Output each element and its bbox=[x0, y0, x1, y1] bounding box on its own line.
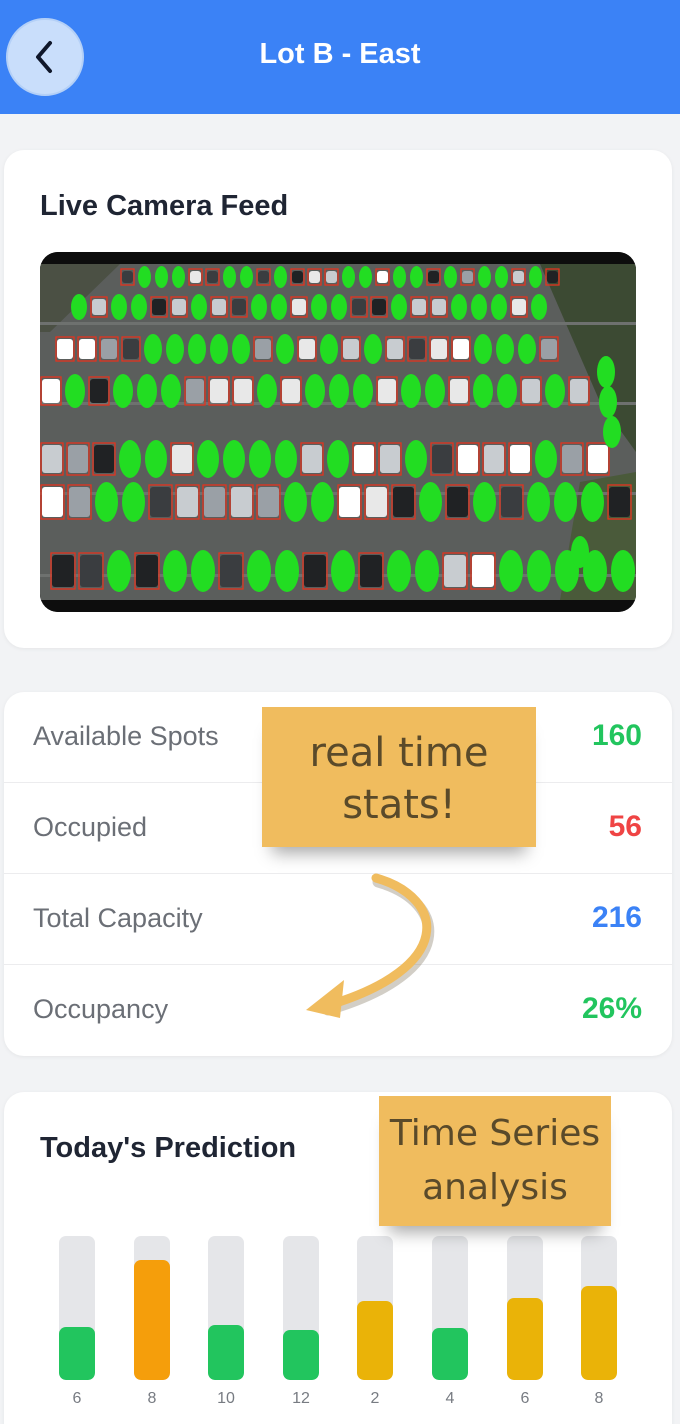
prediction-bar[interactable] bbox=[581, 1286, 617, 1380]
prediction-bar-label: 6 bbox=[72, 1390, 82, 1407]
camera-feed-title: Live Camera Feed bbox=[40, 190, 289, 222]
annotation-line: real time bbox=[309, 730, 489, 776]
prediction-bar-track bbox=[283, 1236, 319, 1380]
prediction-bar[interactable] bbox=[357, 1301, 393, 1380]
stat-value-occupancy: 26% bbox=[581, 992, 642, 1025]
prediction-bar-label: 8 bbox=[147, 1390, 157, 1407]
prediction-bar[interactable] bbox=[134, 1260, 170, 1380]
prediction-title: Today's Prediction bbox=[40, 1132, 297, 1164]
camera-feed-image[interactable] bbox=[40, 252, 636, 612]
prediction-bar-label: 12 bbox=[292, 1390, 310, 1407]
annotation-note-time-series: Time Series analysis bbox=[379, 1096, 611, 1226]
top-bar: Lot B - East bbox=[0, 0, 680, 114]
stat-value-occupied: 56 bbox=[608, 810, 642, 843]
prediction-bar-track bbox=[134, 1236, 170, 1380]
prediction-bar-track bbox=[59, 1236, 95, 1380]
prediction-bar[interactable] bbox=[208, 1325, 244, 1380]
annotation-note-stats: real time stats! bbox=[262, 707, 536, 847]
camera-feed-card: Live Camera Feed bbox=[4, 150, 672, 648]
annotation-arrow-icon bbox=[306, 873, 435, 1018]
prediction-bar-label: 8 bbox=[594, 1390, 604, 1407]
stat-value-available: 160 bbox=[591, 719, 642, 752]
annotation-line: Time Series bbox=[389, 1113, 601, 1154]
prediction-bar-track bbox=[432, 1236, 468, 1380]
stat-label-occupancy: Occupancy bbox=[33, 994, 169, 1024]
annotation-line: stats! bbox=[342, 782, 456, 828]
prediction-bar[interactable] bbox=[432, 1328, 468, 1380]
prediction-bar[interactable] bbox=[59, 1327, 95, 1380]
prediction-bar-label: 10 bbox=[217, 1390, 235, 1407]
stat-label-occupied: Occupied bbox=[33, 812, 148, 842]
prediction-bar-label: 6 bbox=[520, 1390, 530, 1407]
stat-label-capacity: Total Capacity bbox=[33, 903, 203, 933]
parking-lot-detection-view bbox=[40, 252, 636, 612]
prediction-bar-track bbox=[507, 1236, 543, 1380]
prediction-bar[interactable] bbox=[283, 1330, 319, 1380]
page-title: Lot B - East bbox=[259, 38, 421, 70]
stat-value-capacity: 216 bbox=[591, 901, 642, 934]
prediction-bar-label: 4 bbox=[445, 1390, 455, 1407]
prediction-bar-label: 2 bbox=[370, 1390, 380, 1407]
prediction-bar-track bbox=[208, 1236, 244, 1380]
prediction-bar[interactable] bbox=[507, 1298, 543, 1380]
prediction-bar-track bbox=[581, 1236, 617, 1380]
prediction-bar-chart: 6 8 10 12 2 4 6 8 bbox=[0, 1236, 680, 1424]
stat-label-available: Available Spots bbox=[33, 721, 219, 751]
annotation-line: analysis bbox=[422, 1167, 568, 1208]
prediction-bar-track bbox=[357, 1236, 393, 1380]
